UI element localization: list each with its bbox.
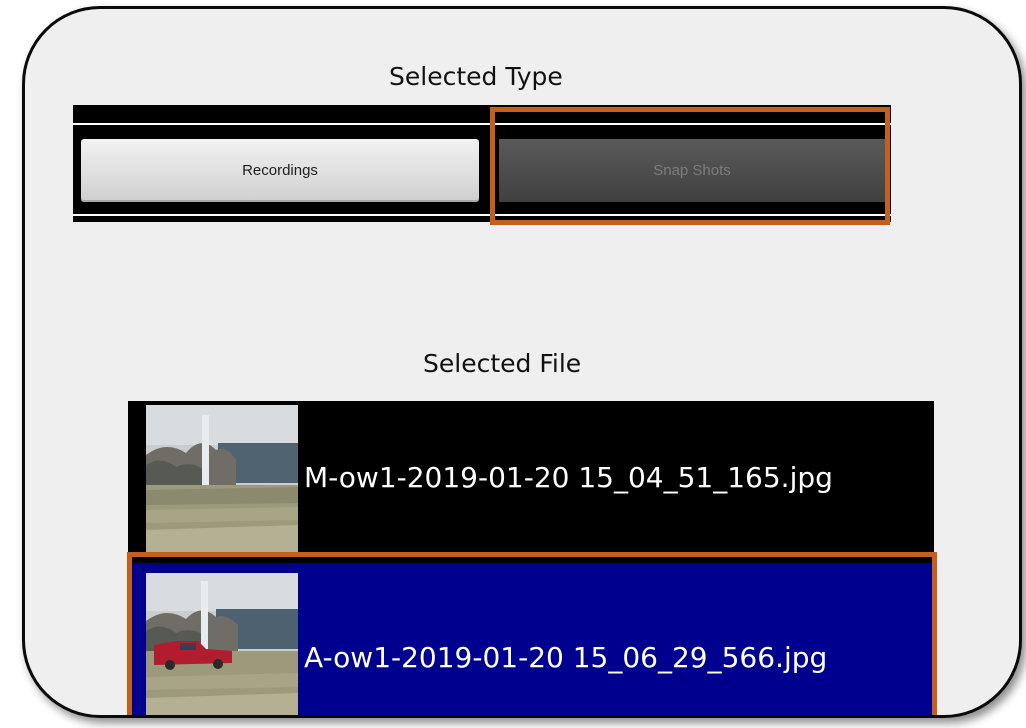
file-thumbnail	[146, 405, 298, 555]
file-name: M-ow1-2019-01-20 15_04_51_165.jpg	[304, 461, 833, 494]
selected-type-heading: Selected Type	[389, 62, 563, 91]
screenshot-page: Selected Type Recordings Snap Shots Sele…	[0, 0, 1026, 728]
recordings-button[interactable]: Recordings	[81, 139, 479, 202]
selected-file-highlight-frame	[127, 552, 937, 715]
snap-shots-highlight-frame	[490, 107, 890, 225]
instruction-panel: Selected Type Recordings Snap Shots Sele…	[22, 6, 1022, 718]
file-list-item[interactable]: M-ow1-2019-01-20 15_04_51_165.jpg	[128, 401, 934, 559]
selected-file-heading: Selected File	[423, 349, 582, 378]
